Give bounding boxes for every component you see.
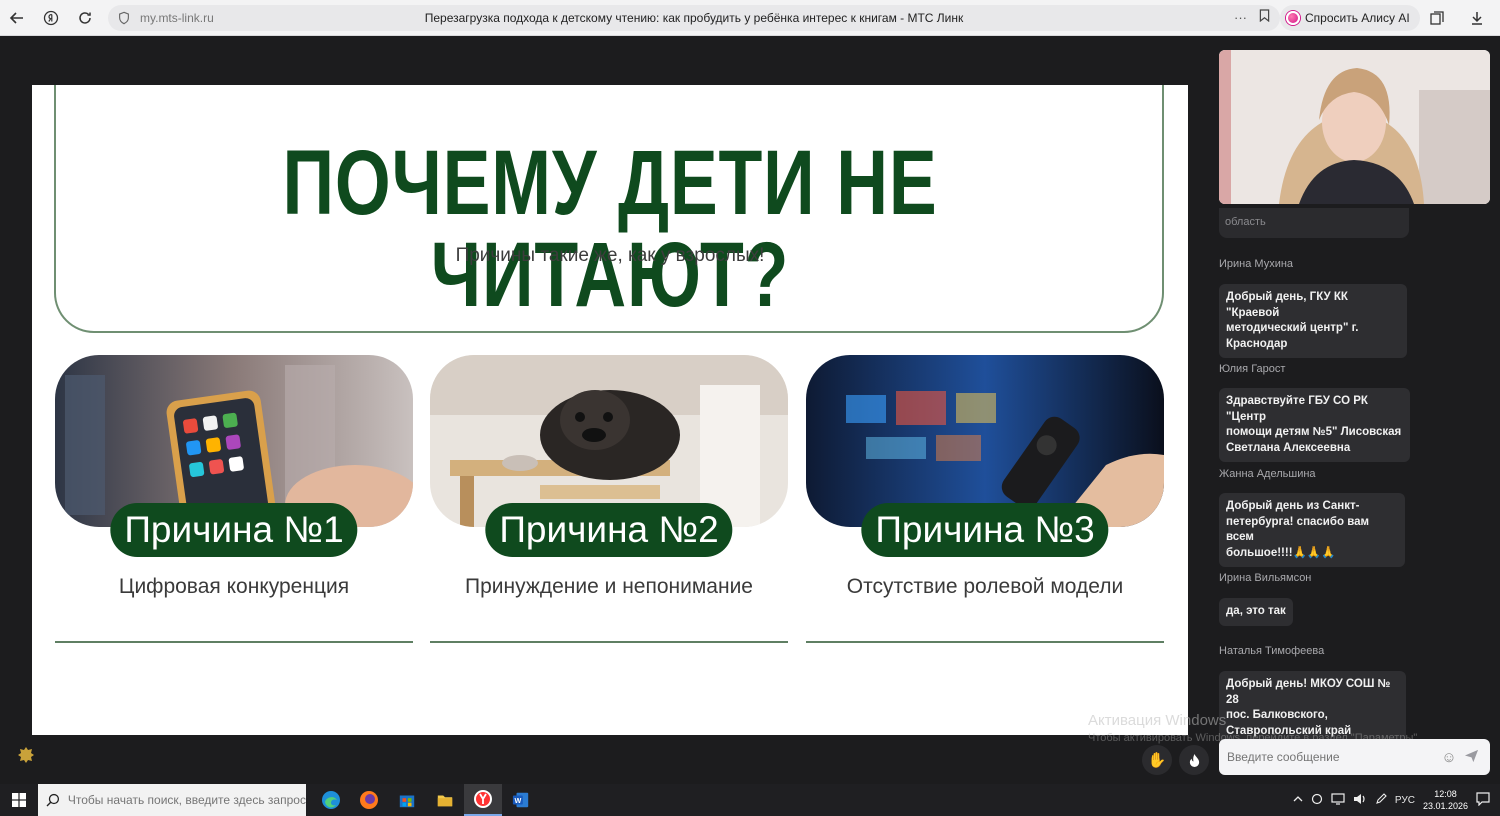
meet-now-icon[interactable] xyxy=(1311,793,1323,808)
yandex-browser-icon xyxy=(474,790,492,808)
speaker-video[interactable] xyxy=(1219,50,1490,204)
word-app[interactable]: W xyxy=(502,784,540,816)
reason-badge-1: Причина №1 xyxy=(110,503,358,557)
divider xyxy=(430,641,788,643)
pen-icon[interactable] xyxy=(1375,792,1387,808)
firefox-icon xyxy=(360,791,378,809)
hand-icon: ✋ xyxy=(1147,752,1167,769)
chat-message: Здравствуйте ГБУ СО РК "Центр помощи дет… xyxy=(1219,388,1410,462)
phone-photo xyxy=(55,355,413,527)
word-icon: W xyxy=(512,792,529,808)
chevron-up-icon[interactable] xyxy=(1293,794,1303,807)
dog-photo xyxy=(430,355,788,527)
browser-toolbar: my.mts-link.ru Перезагрузка подхода к де… xyxy=(0,0,1500,36)
notifications-icon[interactable] xyxy=(1476,791,1490,809)
store-app[interactable] xyxy=(388,784,426,816)
alice-icon xyxy=(1286,11,1300,25)
page-title: Перезагрузка подхода к детскому чтению: … xyxy=(424,11,964,25)
chat-message: да, это так xyxy=(1219,598,1293,626)
store-icon xyxy=(399,795,415,808)
reaction-button[interactable] xyxy=(1179,745,1209,775)
shield-icon xyxy=(116,10,132,26)
search-icon xyxy=(46,793,60,807)
system-tray: РУС 12:08 23.01.2026 xyxy=(1293,784,1500,816)
chat-author: Ирина Мухина xyxy=(1219,258,1294,270)
edge-icon xyxy=(322,791,340,809)
reload-icon[interactable] xyxy=(68,0,102,36)
chat-message: Добрый день из Санкт- петербурга! спасиб… xyxy=(1219,493,1405,567)
taskbar-search-input[interactable] xyxy=(67,793,306,807)
raise-hand-button[interactable]: ✋ xyxy=(1142,745,1172,775)
reason-card-1: Причина №1 Цифровая конкуренция xyxy=(55,355,413,645)
reason-badge-2: Причина №2 xyxy=(485,503,733,557)
language-indicator[interactable]: РУС xyxy=(1395,795,1415,806)
chat-author: Жанна Адельшина xyxy=(1219,468,1316,480)
chat-author: Юлия Гарост xyxy=(1219,363,1286,375)
reason-desc-3: Отсутствие ролевой модели xyxy=(846,575,1124,598)
send-icon[interactable] xyxy=(1460,748,1482,767)
chat-input-box: ☺ xyxy=(1219,739,1490,775)
firefox-app[interactable] xyxy=(350,784,388,816)
chat-message-partial: область xyxy=(1219,208,1409,238)
presentation-slide: ПОЧЕМУ ДЕТИ НЕ ЧИТАЮТ? Причины такие же,… xyxy=(32,85,1188,735)
clock-date: 23.01.2026 xyxy=(1422,801,1468,811)
edge-app[interactable] xyxy=(312,784,350,816)
volume-icon[interactable] xyxy=(1353,793,1367,808)
windows-taskbar: W РУС 12:08 23.01.2026 xyxy=(0,784,1500,816)
start-button[interactable] xyxy=(0,784,38,816)
reason-desc-2: Принуждение и непонимание xyxy=(464,575,753,598)
network-icon[interactable] xyxy=(1331,792,1345,808)
collections-icon[interactable] xyxy=(1420,0,1454,36)
ask-alice-label: Спросить Алису AI xyxy=(1305,11,1410,25)
slide-subtitle: Причины такие же, как у взрослых! xyxy=(455,245,765,266)
reason-card-3: Причина №3 Отсутствие ролевой модели xyxy=(806,355,1164,645)
windows-icon xyxy=(12,793,26,807)
clock[interactable]: 12:08 23.01.2026 xyxy=(1423,788,1468,812)
message-input[interactable] xyxy=(1227,750,1438,764)
reason-badge-3: Причина №3 xyxy=(861,503,1109,557)
bookmark-icon[interactable] xyxy=(1259,9,1270,25)
fire-icon xyxy=(1189,753,1199,767)
divider xyxy=(806,641,1164,643)
yandex-browser-app[interactable] xyxy=(464,784,502,816)
chat-author: Ирина Вильямсон xyxy=(1219,572,1312,584)
taskbar-search[interactable] xyxy=(38,784,306,816)
emblem-icon xyxy=(17,746,35,766)
download-icon[interactable] xyxy=(1460,0,1494,36)
yandex-icon[interactable] xyxy=(34,0,68,36)
url-text: my.mts-link.ru xyxy=(140,11,214,25)
windows-activation-title: Активация Windows xyxy=(1088,712,1227,729)
clock-time: 12:08 xyxy=(1434,789,1457,799)
more-icon[interactable]: ··· xyxy=(1234,10,1247,25)
slide-title: ПОЧЕМУ ДЕТИ НЕ ЧИТАЮТ? xyxy=(282,132,938,326)
reason-card-2: Причина №2 Принуждение и непонимание xyxy=(430,355,788,645)
chat-partial-text: область xyxy=(1225,216,1266,228)
chat-message: Добрый день, ГКУ КК "Краевой методически… xyxy=(1219,284,1407,358)
back-icon[interactable] xyxy=(0,0,34,36)
emoji-icon[interactable]: ☺ xyxy=(1438,749,1460,766)
reason-desc-1: Цифровая конкуренция xyxy=(118,575,350,598)
ask-alice-button[interactable]: Спросить Алису AI xyxy=(1280,5,1420,31)
explorer-app[interactable] xyxy=(426,784,464,816)
divider xyxy=(55,641,413,643)
folder-icon xyxy=(437,795,453,807)
chat-author: Наталья Тимофеева xyxy=(1219,645,1325,657)
address-bar[interactable]: my.mts-link.ru Перезагрузка подхода к де… xyxy=(108,5,1280,31)
tv-remote-photo xyxy=(806,355,1164,527)
svg-text:W: W xyxy=(514,796,521,805)
